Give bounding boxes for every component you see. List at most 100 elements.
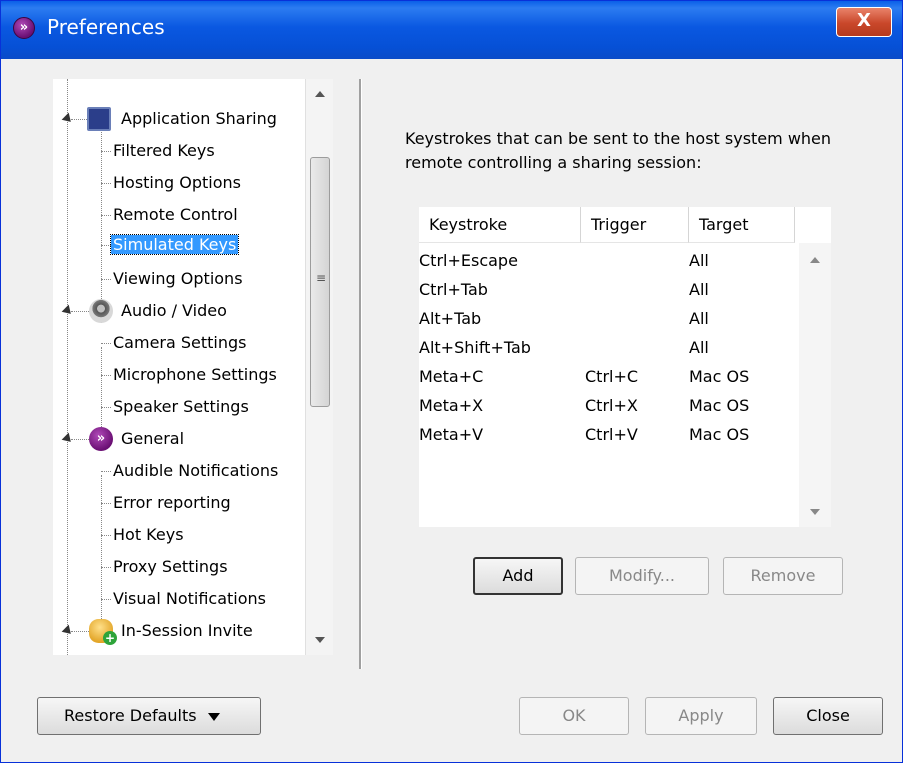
keystroke-cell[interactable]: Alt+Shift+Tab [419,334,531,362]
tree-item-label: Filtered Keys [113,141,215,160]
tree-item-label: Application Sharing [121,109,277,128]
ok-button[interactable]: OK [519,697,629,735]
tree-line [101,215,111,216]
keystroke-cell[interactable]: Meta+X [419,392,483,420]
tree-item-hot-keys[interactable]: Hot Keys [101,521,184,549]
tree-item-speaker-settings[interactable]: Speaker Settings [101,393,249,421]
preferences-window: » Preferences X Application Sharing Filt… [0,0,903,763]
target-cell[interactable]: All [689,276,709,304]
tree-item-filtered-keys[interactable]: Filtered Keys [101,137,215,165]
tree-item-simulated-keys[interactable]: Simulated Keys [101,231,240,259]
tree-item-camera-settings[interactable]: Camera Settings [101,329,247,357]
tree-line [101,503,111,504]
column-header-trigger[interactable]: Trigger [581,207,689,243]
window-title: Preferences [47,15,165,39]
target-cell[interactable]: Mac OS [689,392,749,420]
tree-item-label: Hot Keys [113,525,184,544]
apply-button[interactable]: Apply [645,697,757,735]
tree-scrollbar[interactable]: ≡ [305,79,333,655]
vertical-separator [359,79,362,669]
tree-item-audio-video[interactable]: Audio / Video [57,297,333,325]
tree-item-label: Camera Settings [113,333,247,352]
tree-line [101,183,111,184]
tree-item-label: Microphone Settings [113,365,277,384]
tree-item-general[interactable]: » General [57,425,333,453]
app-logo-icon: » [13,17,35,39]
tree-item-viewing-options[interactable]: Viewing Options [101,265,243,293]
webcam-icon [89,299,113,323]
tree-item-in-session-invite[interactable]: + In-Session Invite [57,617,333,645]
tree-line [101,599,111,600]
tree-line [67,119,68,655]
tree-item-label: Proxy Settings [113,557,228,576]
tree-item-label: Speaker Settings [113,397,249,416]
modify-button[interactable]: Modify... [575,557,709,595]
tree-item-visual-notifications[interactable]: Visual Notifications [101,585,266,613]
tree-line [101,151,111,152]
tree-item-label: General [121,429,185,448]
keystroke-table: Keystroke Trigger Target Ctrl+Escape All C… [419,207,831,527]
tree-line [101,343,111,344]
title-bar[interactable]: » Preferences X [1,1,902,59]
trigger-cell[interactable]: Ctrl+X [585,392,638,420]
tree-item-label: Remote Control [113,205,238,224]
column-header-target[interactable]: Target [689,207,795,243]
keystroke-cell[interactable]: Ctrl+Escape [419,247,518,275]
tree-item-application-sharing[interactable]: Application Sharing [57,105,333,133]
plus-icon: + [103,631,117,645]
target-cell[interactable]: All [689,305,709,333]
keystroke-cell[interactable]: Meta+C [419,363,483,391]
restore-defaults-button[interactable]: Restore Defaults [37,697,261,735]
tree-item-error-reporting[interactable]: Error reporting [101,489,231,517]
tree-item-remote-control[interactable]: Remote Control [101,201,238,229]
tree-line [71,631,91,632]
tree-item-label: In-Session Invite [121,621,253,640]
scroll-down-arrow-icon[interactable] [810,509,820,515]
keystrokes-description: Keystrokes that can be sent to the host … [405,129,832,172]
monitor-icon [87,107,111,131]
invite-icon: + [89,619,117,645]
scrollbar-thumb[interactable]: ≡ [310,157,330,407]
tree-line [101,567,111,568]
dialog-client: Application Sharing Filtered Keys Hostin… [7,59,896,757]
trigger-cell[interactable]: Ctrl+V [585,421,638,449]
target-cell[interactable]: All [689,334,709,362]
tree-line [71,311,91,312]
target-cell[interactable]: Mac OS [689,363,749,391]
scroll-up-arrow-icon[interactable] [315,91,325,97]
tree-item-label: Error reporting [113,493,231,512]
tree-item-audible-notifications[interactable]: Audible Notifications [101,457,278,485]
restore-defaults-label: Restore Defaults [64,706,197,725]
tree-item-microphone-settings[interactable]: Microphone Settings [101,361,277,389]
scroll-up-arrow-icon[interactable] [810,257,820,263]
target-cell[interactable]: All [689,247,709,275]
keystroke-cell[interactable]: Ctrl+Tab [419,276,488,304]
tree-item-hosting-options[interactable]: Hosting Options [101,169,241,197]
tree-item-label: Simulated Keys [109,234,240,255]
tree-line [101,407,111,408]
tree-item-label: Hosting Options [113,173,241,192]
tree-item-label: Viewing Options [113,269,243,288]
table-scrollbar[interactable] [799,243,831,527]
remove-button[interactable]: Remove [723,557,843,595]
scroll-down-arrow-icon[interactable] [315,637,325,643]
column-header-keystroke[interactable]: Keystroke [419,207,581,243]
tree-item-proxy-settings[interactable]: Proxy Settings [101,553,228,581]
tree-line [101,471,111,472]
preferences-tree: Application Sharing Filtered Keys Hostin… [53,79,333,655]
tree-item-label: Visual Notifications [113,589,266,608]
keystroke-cell[interactable]: Meta+V [419,421,483,449]
window-close-button[interactable]: X [836,7,892,37]
target-cell[interactable]: Mac OS [689,421,749,449]
grip-icon: ≡ [316,271,327,285]
tree-line [101,375,111,376]
tree-line [101,535,111,536]
add-button[interactable]: Add [473,557,563,595]
dropdown-arrow-icon [207,712,220,721]
keystroke-cell[interactable]: Alt+Tab [419,305,481,333]
tree-item-label: Audio / Video [121,301,227,320]
close-button[interactable]: Close [773,697,883,735]
trigger-cell[interactable]: Ctrl+C [585,363,638,391]
tree-item-label: Audible Notifications [113,461,279,480]
tree-line [71,439,91,440]
